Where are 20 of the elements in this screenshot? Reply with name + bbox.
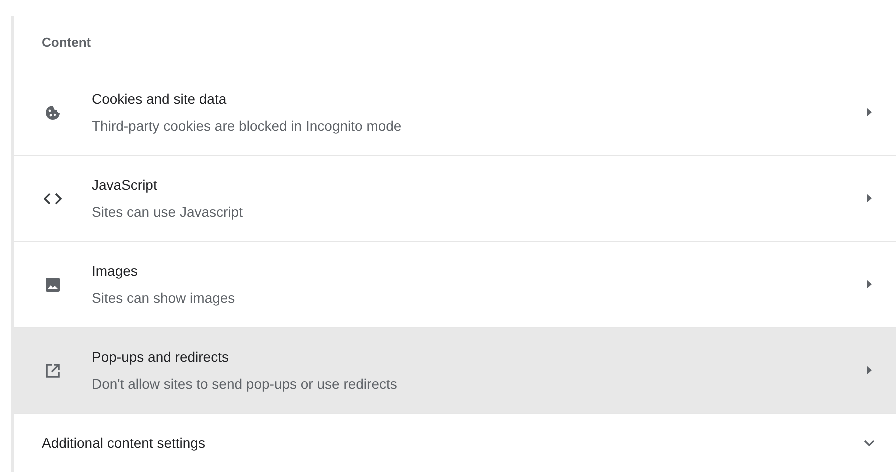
row-title: Images <box>92 262 139 281</box>
arrow-right-icon <box>867 280 872 289</box>
code-icon <box>44 192 62 204</box>
row-subtitle: Third-party cookies are blocked in Incognito mode <box>92 116 403 136</box>
settings-row[interactable]: Pop-ups and redirects Don't allow sites to send pop-ups or use redirects <box>14 328 896 414</box>
row-subtitle: Sites can show images <box>92 288 236 308</box>
arrow-right-icon <box>867 366 872 375</box>
open-in-new-icon <box>45 362 61 378</box>
row-subtitle: Don't allow sites to send pop-ups or use redirects <box>92 374 398 394</box>
row-title: Additional content settings <box>42 434 206 453</box>
cookie-icon <box>45 104 61 120</box>
row-title: Cookies and site data <box>92 90 228 108</box>
arrow-right-icon <box>867 108 872 117</box>
chevron-down-icon <box>864 440 875 446</box>
row-subtitle: Sites can use Javascript <box>92 202 244 222</box>
row-title: JavaScript <box>92 176 158 195</box>
arrow-right-icon <box>867 194 872 203</box>
image-icon <box>45 276 61 292</box>
row-title: Pop-ups and redirects <box>92 348 230 367</box>
section-title: Content <box>42 34 92 52</box>
